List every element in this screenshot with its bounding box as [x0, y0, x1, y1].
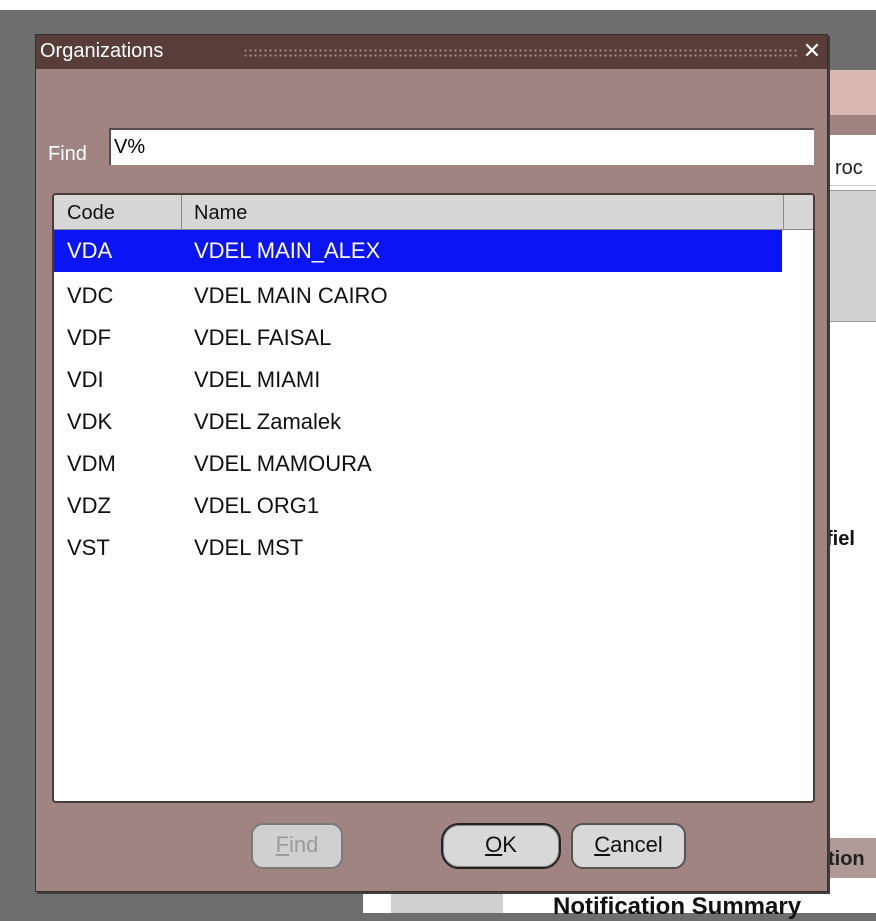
background-top-strip: [0, 0, 876, 10]
find-button: Find: [251, 823, 343, 869]
row-name: VDEL MAIN CAIRO: [194, 283, 388, 308]
list-row[interactable]: VDK VDEL Zamalek: [54, 401, 782, 441]
row-name: VDEL Zamalek: [194, 409, 342, 434]
list-row[interactable]: VDI VDEL MIAMI: [54, 359, 782, 399]
dialog-title: Organizations: [40, 40, 164, 62]
row-code: VST: [67, 535, 110, 560]
cancel-button[interactable]: Cancel: [571, 823, 686, 869]
list-row[interactable]: VDA VDEL MAIN_ALEX: [54, 230, 782, 272]
list-row[interactable]: VDF VDEL FAISAL: [54, 317, 782, 357]
background-section-label: tion: [828, 848, 865, 870]
ok-mnemonic: O: [485, 832, 503, 857]
ok-button-label: K: [502, 832, 517, 857]
background-partial-label: roc: [835, 157, 863, 179]
close-icon[interactable]: ✕: [801, 38, 823, 64]
row-code: VDK: [67, 409, 113, 434]
titlebar-grip: [243, 48, 798, 58]
cancel-mnemonic: C: [594, 832, 611, 857]
row-name: VDEL MAMOURA: [194, 451, 372, 476]
ok-button[interactable]: OK: [441, 823, 561, 869]
organizations-dialog: Organizations ✕ Find Code Name VDA VDEL …: [35, 34, 828, 892]
background-partial-label: fiel: [826, 528, 855, 550]
list-header: Code Name: [54, 195, 813, 230]
find-input[interactable]: [109, 128, 814, 165]
list-row[interactable]: VDC VDEL MAIN CAIRO: [54, 275, 782, 315]
row-code: VDM: [67, 451, 116, 476]
row-name: VDEL MST: [194, 535, 304, 560]
find-label: Find: [48, 143, 87, 165]
row-name: VDEL MIAMI: [194, 367, 321, 392]
cancel-button-label: ancel: [610, 832, 663, 857]
find-button-label: ind: [289, 832, 319, 857]
dialog-titlebar[interactable]: Organizations ✕: [36, 35, 827, 69]
row-name: VDEL FAISAL: [194, 325, 332, 350]
background-notification-heading: Notification Summary: [553, 893, 802, 920]
row-code: VDI: [67, 367, 104, 392]
row-code: VDA: [67, 238, 113, 263]
results-list[interactable]: Code Name VDA VDEL MAIN_ALEX VDC VDEL MA…: [52, 193, 815, 803]
column-header-code[interactable]: Code: [54, 195, 182, 229]
row-name: VDEL MAIN_ALEX: [194, 238, 381, 263]
list-row[interactable]: VDZ VDEL ORG1: [54, 485, 782, 525]
list-row[interactable]: VDM VDEL MAMOURA: [54, 443, 782, 483]
column-header-name[interactable]: Name: [182, 195, 784, 229]
row-code: VDC: [67, 283, 114, 308]
header-scroll-corner: [784, 195, 813, 229]
find-mnemonic: F: [275, 832, 290, 857]
row-name: VDEL ORG1: [194, 493, 320, 518]
row-code: VDZ: [67, 493, 111, 518]
row-code: VDF: [67, 325, 111, 350]
list-row[interactable]: VST VDEL MST: [54, 527, 782, 567]
